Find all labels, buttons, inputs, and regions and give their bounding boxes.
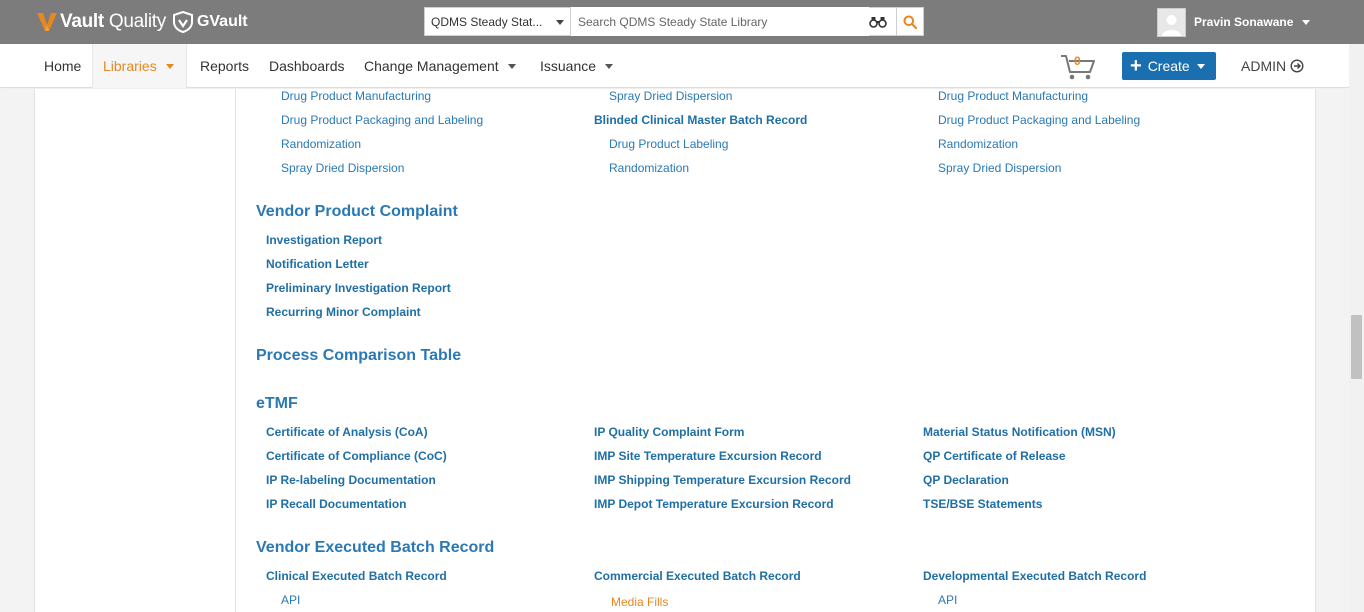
vault-quality-logo[interactable]: Vault Quality GVault: [36, 10, 248, 34]
cart-count: 0: [1074, 54, 1081, 68]
library-link[interactable]: API: [938, 593, 957, 607]
sidebar-divider: [235, 89, 236, 612]
scrollbar-thumb[interactable]: [1351, 315, 1362, 379]
search-input[interactable]: [571, 7, 869, 36]
library-category-link[interactable]: Developmental Executed Batch Record: [923, 569, 1146, 583]
nav-libraries[interactable]: Libraries: [92, 44, 187, 88]
section-heading-process-comparison[interactable]: Process Comparison Table: [256, 347, 461, 365]
logo-vault-text: Vault: [60, 11, 104, 32]
nav-libraries-label: Libraries: [103, 58, 157, 74]
library-category-link[interactable]: Commercial Executed Batch Record: [594, 569, 801, 583]
section-heading-vendor-product-complaint[interactable]: Vendor Product Complaint: [256, 203, 458, 221]
search-scope-value: QDMS Steady Stat...: [431, 14, 543, 29]
chevron-down-icon: [556, 20, 564, 25]
create-label: Create: [1147, 58, 1190, 74]
library-link[interactable]: Drug Product Labeling: [609, 137, 728, 151]
library-category-link[interactable]: IMP Shipping Temperature Excursion Recor…: [594, 473, 851, 487]
nav-issuance-label: Issuance: [540, 58, 597, 74]
nav-dashboards[interactable]: Dashboards: [269, 44, 345, 88]
admin-link[interactable]: ADMIN: [1241, 58, 1304, 74]
library-category-link[interactable]: Investigation Report: [266, 233, 382, 247]
admin-label: ADMIN: [1241, 58, 1287, 74]
nav-home[interactable]: Home: [44, 44, 81, 88]
library-category-link[interactable]: Clinical Executed Batch Record: [266, 569, 447, 583]
library-link[interactable]: Drug Product Manufacturing: [938, 89, 1088, 103]
arrow-circle-right-icon: [1290, 59, 1304, 73]
user-icon: [1162, 14, 1181, 36]
logo-gvault-text: GVault: [196, 13, 248, 30]
nav-reports-label: Reports: [200, 58, 250, 74]
search-scope-select[interactable]: QDMS Steady Stat...: [425, 8, 571, 35]
nav-change-management-label: Change Management: [364, 58, 499, 74]
library-category-link[interactable]: IP Quality Complaint Form: [594, 425, 744, 439]
library-link-hovered[interactable]: Media Fills: [611, 595, 668, 609]
nav-issuance[interactable]: Issuance: [540, 44, 614, 88]
chevron-down-icon: [507, 63, 516, 69]
library-category-link[interactable]: QP Certificate of Release: [923, 449, 1066, 463]
user-name: Pravin Sonawane: [1194, 15, 1294, 29]
library-category-link[interactable]: Certificate of Analysis (CoA): [266, 425, 428, 439]
library-category-link[interactable]: IP Recall Documentation: [266, 497, 406, 511]
library-category-link[interactable]: Blinded Clinical Master Batch Record: [594, 113, 807, 127]
chevron-down-icon: [605, 63, 614, 69]
search-button[interactable]: [896, 8, 923, 35]
search-bar: QDMS Steady Stat...: [424, 7, 924, 36]
library-link[interactable]: Randomization: [609, 161, 689, 175]
library-link[interactable]: Randomization: [938, 137, 1018, 151]
nav-home-label: Home: [44, 58, 82, 74]
logo-quality-text: Quality: [108, 11, 166, 32]
gvault-shield-icon: [172, 11, 193, 33]
section-heading-etmf[interactable]: eTMF: [256, 395, 298, 413]
avatar: [1157, 7, 1186, 37]
nav-dashboards-label: Dashboards: [269, 58, 345, 74]
library-link[interactable]: Spray Dried Dispersion: [281, 161, 404, 175]
library-link[interactable]: Randomization: [281, 137, 361, 151]
library-category-link[interactable]: Preliminary Investigation Report: [266, 281, 451, 295]
vault-v-icon: [37, 13, 57, 31]
library-category-link[interactable]: IP Re-labeling Documentation: [266, 473, 436, 487]
library-link[interactable]: Spray Dried Dispersion: [609, 89, 732, 103]
library-category-link[interactable]: TSE/BSE Statements: [923, 497, 1042, 511]
library-link[interactable]: Drug Product Packaging and Labeling: [938, 113, 1140, 127]
library-link[interactable]: API: [281, 593, 300, 607]
library-category-link[interactable]: QP Declaration: [923, 473, 1009, 487]
library-link[interactable]: Spray Dried Dispersion: [938, 161, 1061, 175]
chevron-down-icon: [165, 63, 174, 69]
user-menu[interactable]: Pravin Sonawane: [1157, 6, 1311, 38]
search-icon: [903, 15, 917, 29]
binoculars-icon[interactable]: [869, 16, 887, 28]
nav-change-management[interactable]: Change Management: [364, 44, 516, 88]
plus-icon: +: [1130, 55, 1142, 77]
chevron-down-icon: [1302, 19, 1311, 25]
create-button[interactable]: + Create: [1122, 52, 1216, 80]
library-category-link[interactable]: IMP Site Temperature Excursion Record: [594, 449, 822, 463]
library-link[interactable]: Drug Product Packaging and Labeling: [281, 113, 483, 127]
library-category-link[interactable]: Notification Letter: [266, 257, 369, 271]
library-category-link[interactable]: Certificate of Compliance (CoC): [266, 449, 447, 463]
library-category-link[interactable]: Recurring Minor Complaint: [266, 305, 421, 319]
nav-reports[interactable]: Reports: [200, 44, 249, 88]
library-category-link[interactable]: IMP Depot Temperature Excursion Record: [594, 497, 834, 511]
library-link[interactable]: Drug Product Manufacturing: [281, 89, 431, 103]
chevron-down-icon: [1196, 63, 1205, 69]
library-category-link[interactable]: Material Status Notification (MSN): [923, 425, 1116, 439]
section-heading-vendor-executed-batch-record[interactable]: Vendor Executed Batch Record: [256, 539, 494, 557]
